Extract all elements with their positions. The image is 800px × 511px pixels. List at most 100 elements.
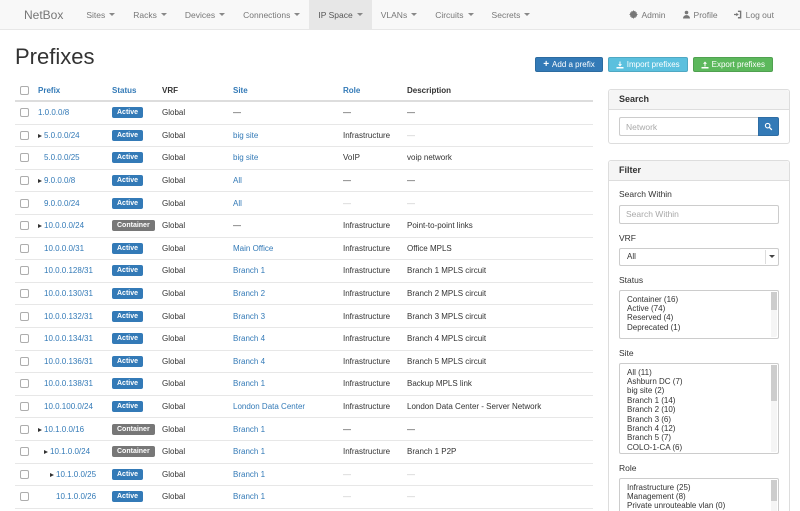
site-link[interactable]: All	[233, 176, 242, 185]
log-out-link[interactable]: Log out	[726, 0, 782, 29]
scrollbar-thumb[interactable]	[771, 480, 777, 501]
row-checkbox[interactable]	[20, 266, 29, 275]
row-checkbox[interactable]	[20, 153, 29, 162]
multiselect-option[interactable]: Branch 4 (12)	[627, 424, 769, 433]
nav-item-circuits[interactable]: Circuits	[426, 0, 482, 29]
row-checkbox[interactable]	[20, 176, 29, 185]
row-checkbox[interactable]	[20, 312, 29, 321]
prefix-link[interactable]: 5.0.0.0/24	[44, 131, 80, 140]
multiselect-option[interactable]: Management (8)	[627, 492, 769, 501]
column-header-prefix[interactable]: Prefix	[38, 86, 112, 95]
prefix-link[interactable]: 10.0.0.0/31	[44, 244, 84, 253]
column-header-site[interactable]: Site	[233, 86, 343, 95]
prefix-link[interactable]: 5.0.0.0/25	[44, 153, 80, 162]
scrollbar-track[interactable]	[771, 480, 777, 511]
profile-link[interactable]: Profile	[674, 0, 726, 29]
prefix-link[interactable]: 10.1.0.0/16	[44, 425, 84, 434]
multiselect-option[interactable]: Branch 5 (7)	[627, 433, 769, 442]
site-link[interactable]: Branch 1	[233, 492, 265, 501]
multiselect-option[interactable]: All (11)	[627, 368, 769, 377]
multiselect-option[interactable]: Active (74)	[627, 304, 769, 313]
site-link[interactable]: Branch 4	[233, 357, 265, 366]
site-link[interactable]: London Data Center	[233, 402, 305, 411]
site-link[interactable]: big site	[233, 153, 258, 162]
row-checkbox[interactable]	[20, 447, 29, 456]
search-within-input[interactable]	[619, 205, 779, 224]
role-multiselect[interactable]: Infrastructure (25)Management (8)Private…	[619, 478, 779, 511]
column-header-status[interactable]: Status	[112, 86, 162, 95]
row-checkbox[interactable]	[20, 425, 29, 434]
row-checkbox[interactable]	[20, 131, 29, 140]
multiselect-option[interactable]: Branch 3 (6)	[627, 415, 769, 424]
search-input[interactable]	[619, 117, 758, 136]
nav-item-ip-space[interactable]: IP Space	[309, 0, 371, 29]
row-checkbox[interactable]	[20, 199, 29, 208]
row-checkbox[interactable]	[20, 492, 29, 501]
scrollbar-thumb[interactable]	[771, 365, 777, 402]
prefix-link[interactable]: 10.0.100.0/24	[44, 402, 93, 411]
multiselect-option[interactable]: Private unrouteable vlan (0)	[627, 501, 769, 510]
row-checkbox[interactable]	[20, 221, 29, 230]
prefix-link[interactable]: 10.1.0.0/26	[56, 492, 96, 501]
multiselect-option[interactable]: big site (2)	[627, 386, 769, 395]
status-multiselect[interactable]: Container (16)Active (74)Reserved (4)Dep…	[619, 290, 779, 339]
prefix-link[interactable]: 9.0.0.0/24	[44, 199, 80, 208]
site-link[interactable]: Branch 3	[233, 312, 265, 321]
nav-item-secrets[interactable]: Secrets	[483, 0, 540, 29]
prefix-link[interactable]: 10.1.0.0/25	[56, 470, 96, 479]
prefix-link[interactable]: 1.0.0.0/8	[38, 108, 69, 117]
row-checkbox[interactable]	[20, 289, 29, 298]
multiselect-option[interactable]: Reserved (4)	[627, 313, 769, 322]
select-all-checkbox[interactable]	[20, 86, 29, 95]
nav-item-racks[interactable]: Racks	[124, 0, 176, 29]
site-link[interactable]: Branch 1	[233, 379, 265, 388]
row-checkbox[interactable]	[20, 357, 29, 366]
site-link[interactable]: big site	[233, 131, 258, 140]
nav-item-vlans[interactable]: VLANs	[372, 0, 426, 29]
row-checkbox[interactable]	[20, 244, 29, 253]
prefix-link[interactable]: 10.0.0.132/31	[44, 312, 93, 321]
prefix-link[interactable]: 10.0.0.0/24	[44, 221, 84, 230]
row-checkbox[interactable]	[20, 379, 29, 388]
nav-item-devices[interactable]: Devices	[176, 0, 234, 29]
vrf-select[interactable]: All	[619, 248, 779, 266]
site-link[interactable]: Branch 1	[233, 425, 265, 434]
row-checkbox[interactable]	[20, 334, 29, 343]
import-prefixes-button[interactable]: Import prefixes	[608, 57, 688, 72]
prefix-link[interactable]: 10.0.0.136/31	[44, 357, 93, 366]
multiselect-option[interactable]: COLO-1-CA (6)	[627, 443, 769, 452]
add-a-prefix-button[interactable]: +Add a prefix	[535, 57, 603, 72]
prefix-link[interactable]: 10.0.0.128/31	[44, 266, 93, 275]
site-link[interactable]: Branch 1	[233, 266, 265, 275]
prefix-link[interactable]: 10.0.0.138/31	[44, 379, 93, 388]
admin-link[interactable]: Admin	[621, 0, 673, 29]
row-checkbox[interactable]	[20, 470, 29, 479]
navbar-brand[interactable]: NetBox	[24, 0, 63, 29]
prefix-link[interactable]: 10.0.0.134/31	[44, 334, 93, 343]
scrollbar-track[interactable]	[771, 292, 777, 337]
prefix-link[interactable]: 9.0.0.0/8	[44, 176, 75, 185]
multiselect-option[interactable]: Infrastructure (25)	[627, 483, 769, 492]
site-link[interactable]: Branch 4	[233, 334, 265, 343]
site-link[interactable]: Branch 2	[233, 289, 265, 298]
row-checkbox[interactable]	[20, 108, 29, 117]
prefix-link[interactable]: 10.1.0.0/24	[50, 447, 90, 456]
multiselect-option[interactable]: Deprecated (1)	[627, 323, 769, 332]
export-prefixes-button[interactable]: Export prefixes	[693, 57, 773, 72]
scrollbar-track[interactable]	[771, 365, 777, 452]
site-link[interactable]: Branch 1	[233, 470, 265, 479]
multiselect-option[interactable]: Branch 2 (10)	[627, 405, 769, 414]
column-header-role[interactable]: Role	[343, 86, 407, 95]
multiselect-option[interactable]: Ashburn DC (7)	[627, 377, 769, 386]
site-link[interactable]: All	[233, 199, 242, 208]
prefix-link[interactable]: 10.0.0.130/31	[44, 289, 93, 298]
search-button[interactable]	[758, 117, 779, 136]
row-checkbox[interactable]	[20, 402, 29, 411]
site-link[interactable]: Branch 1	[233, 447, 265, 456]
scrollbar-thumb[interactable]	[771, 292, 777, 311]
multiselect-option[interactable]: Branch 1 (14)	[627, 396, 769, 405]
nav-item-connections[interactable]: Connections	[234, 0, 309, 29]
site-link[interactable]: Main Office	[233, 244, 273, 253]
site-multiselect[interactable]: All (11)Ashburn DC (7)big site (2)Branch…	[619, 363, 779, 454]
nav-item-sites[interactable]: Sites	[77, 0, 124, 29]
